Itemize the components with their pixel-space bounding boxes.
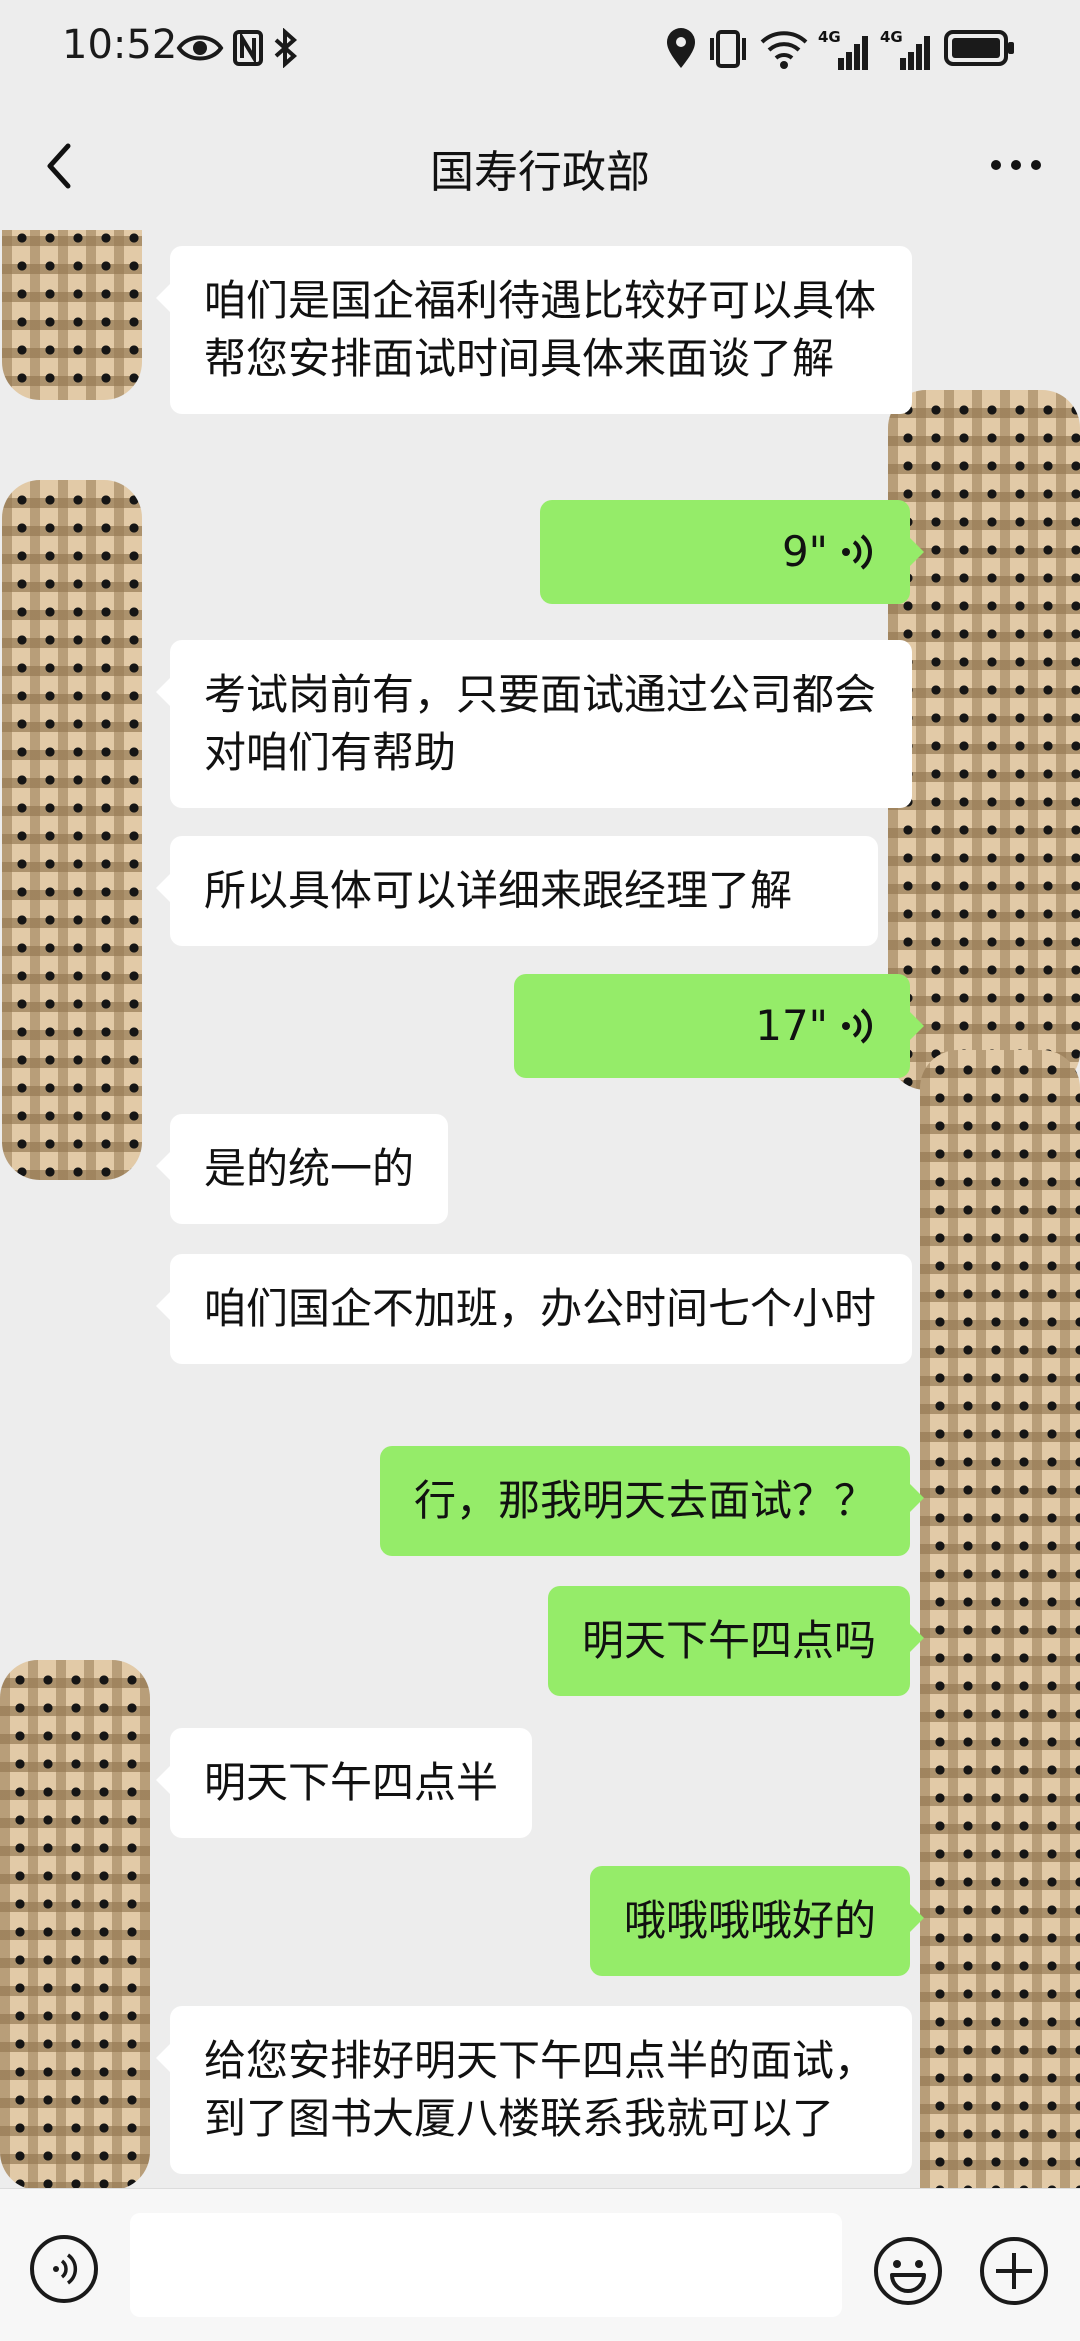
self-avatar[interactable] — [888, 390, 1080, 1090]
message-incoming[interactable]: 明天下午四点半 — [155, 1728, 533, 1838]
nfc-icon — [233, 30, 263, 66]
voice-wave-icon — [842, 534, 872, 570]
message-outgoing[interactable]: 哦哦哦哦好的 — [589, 1866, 925, 1976]
message-incoming[interactable]: 咱们是国企福利待遇比较好可以具体帮您安排面试时间具体来面谈了解 — [156, 246, 912, 414]
plus-button[interactable] — [978, 2235, 1050, 2307]
bluetooth-icon — [274, 28, 298, 68]
battery-icon — [944, 30, 1014, 66]
status-time: 10:52 — [62, 22, 178, 68]
contact-avatar[interactable] — [2, 480, 142, 1180]
message-incoming[interactable]: 考试岗前有，只要面试通过公司都会对咱们有帮助 — [156, 640, 912, 808]
message-outgoing[interactable]: 行，那我明天去面试？？ — [379, 1446, 925, 1556]
wifi-icon — [760, 31, 808, 69]
more-button[interactable] — [986, 140, 1046, 190]
self-avatar[interactable] — [920, 1050, 1080, 2188]
eye-icon — [176, 35, 224, 61]
message-incoming[interactable]: 所以具体可以详细来跟经理了解 — [156, 836, 878, 946]
voice-duration: 9" — [781, 527, 828, 576]
message-incoming[interactable]: 是的统一的 — [155, 1114, 449, 1224]
voice-message-outgoing[interactable]: 9" — [540, 500, 924, 604]
voice-message-outgoing[interactable]: 17" — [514, 974, 924, 1078]
message-incoming[interactable]: 给您安排好明天下午四点半的面试，到了图书大厦八楼联系我就可以了 — [156, 2006, 912, 2174]
signal-4g-icon: 4G — [880, 28, 934, 70]
signal-4g-icon: 4G — [818, 28, 872, 70]
contact-avatar[interactable] — [0, 1660, 150, 2188]
chat-title: 国寿行政部 — [430, 147, 650, 198]
message-incoming[interactable]: 咱们国企不加班，办公时间七个小时 — [156, 1254, 912, 1364]
voice-duration: 17" — [755, 1001, 828, 1050]
message-outgoing[interactable]: 明天下午四点吗 — [547, 1586, 925, 1696]
vibrate-icon — [710, 30, 746, 68]
chat-message-list[interactable]: 咱们是国企福利待遇比较好可以具体帮您安排面试时间具体来面谈了解 9" 考试岗前有… — [0, 230, 1080, 2188]
voice-input-icon — [53, 2253, 78, 2285]
voice-input-button[interactable] — [30, 2235, 98, 2303]
status-bar: 10:52 4G 4G — [0, 0, 1080, 100]
voice-wave-icon — [842, 1008, 872, 1044]
contact-avatar[interactable] — [2, 230, 142, 400]
location-icon — [667, 28, 695, 68]
message-input[interactable] — [130, 2213, 842, 2317]
input-bar — [0, 2188, 1080, 2341]
emoji-button[interactable] — [872, 2235, 944, 2307]
chat-header: 国寿行政部 — [0, 100, 1080, 230]
